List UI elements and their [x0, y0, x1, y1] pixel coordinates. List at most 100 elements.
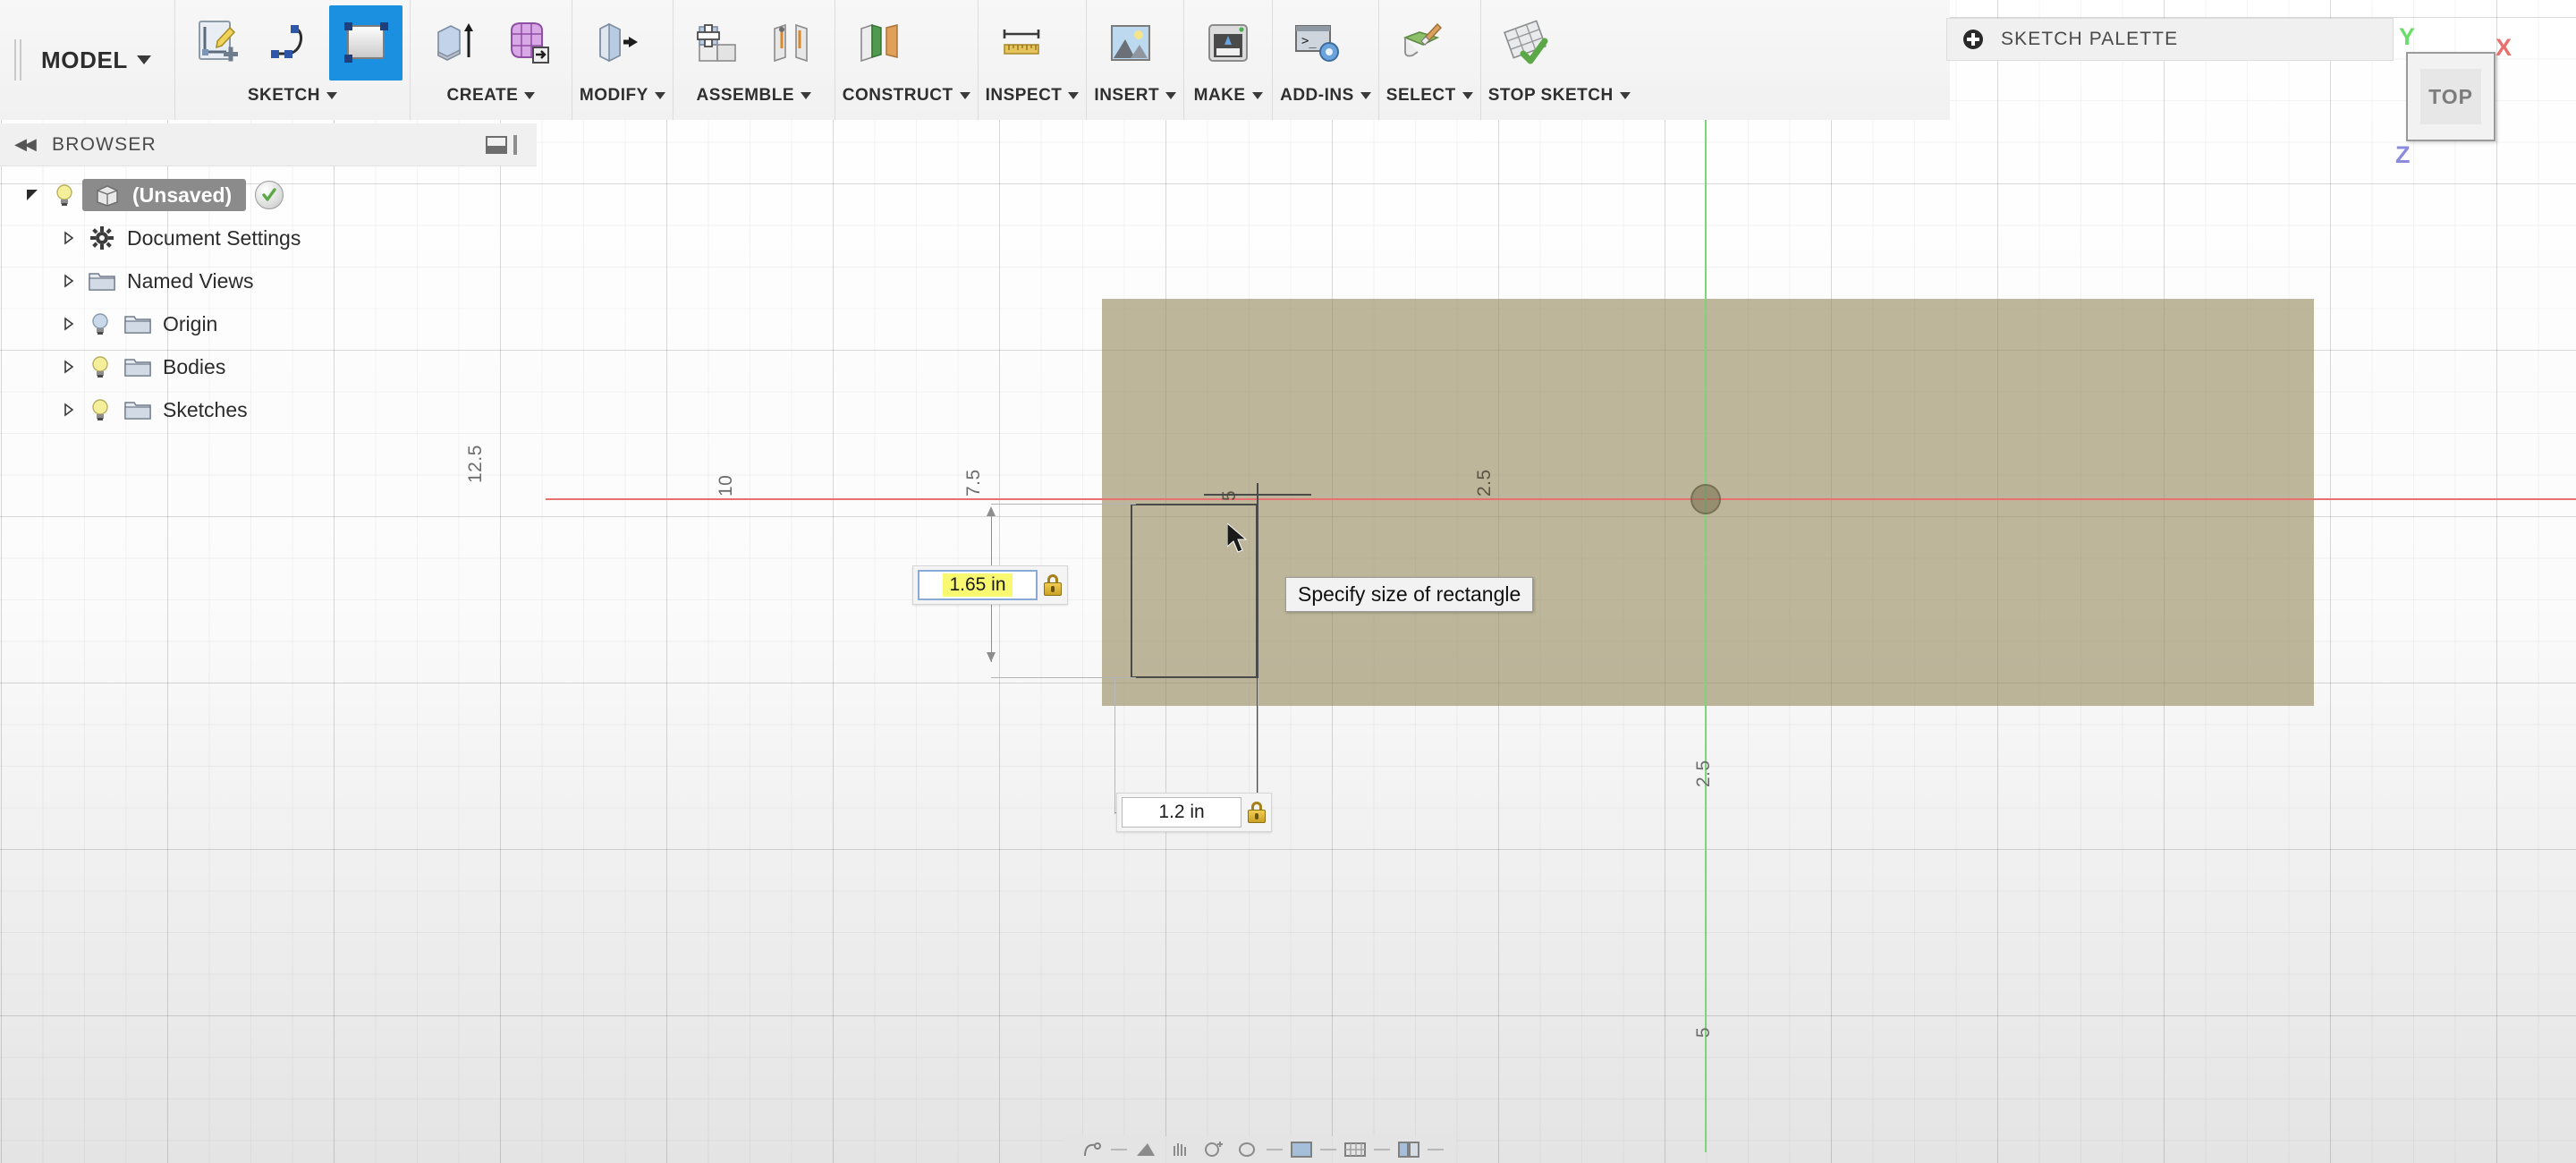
toolbar-group-select: SELECT — [1379, 0, 1481, 120]
viewports-icon[interactable] — [1394, 1138, 1424, 1161]
tree-row-document-settings[interactable]: Document Settings — [0, 216, 537, 259]
tree-row-root[interactable]: (Unsaved) — [0, 174, 537, 216]
stop-sketch-button[interactable] — [1488, 5, 1562, 81]
offset-plane-button[interactable] — [843, 5, 916, 81]
select-button[interactable] — [1386, 5, 1460, 81]
grid-label-x-2: 7.5 — [963, 469, 984, 497]
chevron-down-icon — [524, 92, 536, 99]
create-form-button[interactable] — [491, 5, 564, 81]
nav-divider — [1374, 1149, 1390, 1150]
toolbar-group-title[interactable]: MODIFY — [580, 86, 665, 113]
workspace-selector[interactable]: MODEL — [36, 0, 175, 120]
workspace-label: MODEL — [41, 46, 128, 73]
measure-button[interactable] — [986, 5, 1059, 81]
width-dimension-value: 1.2 in — [1158, 802, 1205, 822]
expand-arrow-right-icon[interactable] — [55, 402, 82, 418]
nav-divider — [1320, 1149, 1336, 1150]
grid-label-y-1: 5 — [1693, 1026, 1714, 1038]
chevron-down-icon — [326, 92, 337, 99]
sketch-palette-panel[interactable]: SKETCH PALETTE — [1946, 18, 2394, 61]
axis-label-z: Z — [2395, 141, 2411, 168]
expand-arrow-right-icon[interactable] — [55, 273, 82, 289]
chevron-down-icon — [1462, 92, 1473, 99]
joint-button[interactable] — [754, 5, 827, 81]
visibility-bulb-icon[interactable] — [82, 397, 118, 422]
tree-item-label: Named Views — [127, 268, 254, 293]
create-sketch-button[interactable] — [182, 5, 256, 81]
line-button[interactable] — [256, 5, 329, 81]
folder-icon — [118, 356, 157, 378]
tree-row-named-views[interactable]: Named Views — [0, 259, 537, 302]
look-at-icon[interactable] — [1131, 1138, 1161, 1161]
toolbar-group-title[interactable]: CREATE — [418, 86, 564, 113]
toolbar-group-title[interactable]: SELECT — [1386, 86, 1473, 113]
3d-print-button[interactable] — [1191, 5, 1265, 81]
display-settings-icon[interactable] — [1286, 1138, 1317, 1161]
toolbar-group-title[interactable]: SKETCH — [182, 86, 402, 113]
width-dimension-box[interactable]: 1.2 in — [1116, 793, 1272, 832]
navigation-bar — [1064, 1136, 1456, 1163]
rectangle-rubber-band-horizontal — [1204, 494, 1311, 496]
component-cube-icon — [88, 183, 127, 207]
browser-pin-controls[interactable] — [486, 134, 517, 155]
chevron-down-icon — [1251, 92, 1263, 99]
height-dimension-input[interactable]: 1.65 in — [918, 570, 1038, 600]
x-axis-line — [546, 498, 2576, 500]
zoom-icon[interactable] — [1199, 1138, 1229, 1161]
chevron-down-icon — [136, 55, 151, 64]
dim-arrow-up-icon — [987, 506, 996, 516]
height-dimension-box[interactable]: 1.65 in — [912, 565, 1068, 605]
expand-arrow-down-icon[interactable] — [20, 187, 47, 203]
press-pull-button[interactable] — [580, 5, 653, 81]
fit-icon[interactable] — [1233, 1138, 1263, 1161]
toolbar-group-title[interactable]: INSERT — [1094, 86, 1177, 113]
tree-row-sketches[interactable]: Sketches — [0, 388, 537, 431]
root-node-selected[interactable]: (Unsaved) — [82, 179, 247, 211]
toolbar-group-assemble: ASSEMBLE — [674, 0, 835, 120]
nav-divider — [1111, 1149, 1127, 1150]
toolbar-group-construct: CONSTRUCT — [835, 0, 979, 120]
grid-label-x-4: 2.5 — [1474, 469, 1495, 497]
move-grip-icon[interactable] — [1963, 30, 1983, 49]
toolbar-group-title[interactable]: ASSEMBLE — [681, 86, 827, 113]
browser-tree: (Unsaved) Document Settings Named Views … — [0, 166, 537, 431]
panel-resize-handle — [513, 134, 517, 155]
lock-icon[interactable] — [1247, 802, 1267, 823]
expand-arrow-right-icon[interactable] — [55, 359, 82, 375]
visibility-bulb-icon[interactable] — [47, 183, 82, 208]
viewcube[interactable]: TOP Y X Z — [2395, 23, 2512, 168]
expand-arrow-right-icon[interactable] — [55, 316, 82, 332]
orbit-icon[interactable] — [1077, 1138, 1107, 1161]
toolbar-group-title[interactable]: STOP SKETCH — [1488, 86, 1631, 113]
toolbar-group-title[interactable]: CONSTRUCT — [843, 86, 970, 113]
browser-title: BROWSER — [52, 133, 157, 155]
visibility-bulb-icon[interactable] — [82, 311, 118, 336]
collapse-panel-icon[interactable]: ◀◀ — [9, 135, 39, 154]
saved-status-badge — [255, 181, 284, 209]
rectangle-button[interactable] — [328, 5, 402, 81]
toolbar-group-title[interactable]: INSPECT — [986, 86, 1080, 113]
origin-point[interactable] — [1690, 484, 1721, 514]
folder-icon — [82, 270, 122, 292]
browser-panel: ◀◀ BROWSER (Unsaved) Document Settings N… — [0, 123, 537, 446]
scripts-addins-button[interactable]: >_ — [1280, 5, 1353, 81]
chevron-down-icon — [1068, 92, 1080, 99]
width-dimension-input[interactable]: 1.2 in — [1122, 797, 1241, 828]
lock-icon[interactable] — [1043, 574, 1063, 596]
tree-row-bodies[interactable]: Bodies — [0, 345, 537, 388]
insert-canvas-button[interactable] — [1094, 5, 1167, 81]
nav-divider — [1267, 1149, 1283, 1150]
viewcube-face-top[interactable]: TOP — [2406, 52, 2496, 141]
toolbar-drag-handle[interactable] — [0, 0, 36, 120]
folder-icon — [118, 313, 157, 335]
extrude-button[interactable] — [418, 5, 491, 81]
toolbar-group-title[interactable]: ADD-INS — [1280, 86, 1371, 113]
toolbar-group-title[interactable]: MAKE — [1191, 86, 1265, 113]
grid-snap-icon[interactable] — [1340, 1138, 1370, 1161]
chevron-down-icon — [1360, 92, 1371, 99]
new-component-button[interactable] — [681, 5, 754, 81]
pan-icon[interactable] — [1165, 1138, 1195, 1161]
expand-arrow-right-icon[interactable] — [55, 230, 82, 246]
visibility-bulb-icon[interactable] — [82, 354, 118, 379]
tree-row-origin[interactable]: Origin — [0, 302, 537, 345]
